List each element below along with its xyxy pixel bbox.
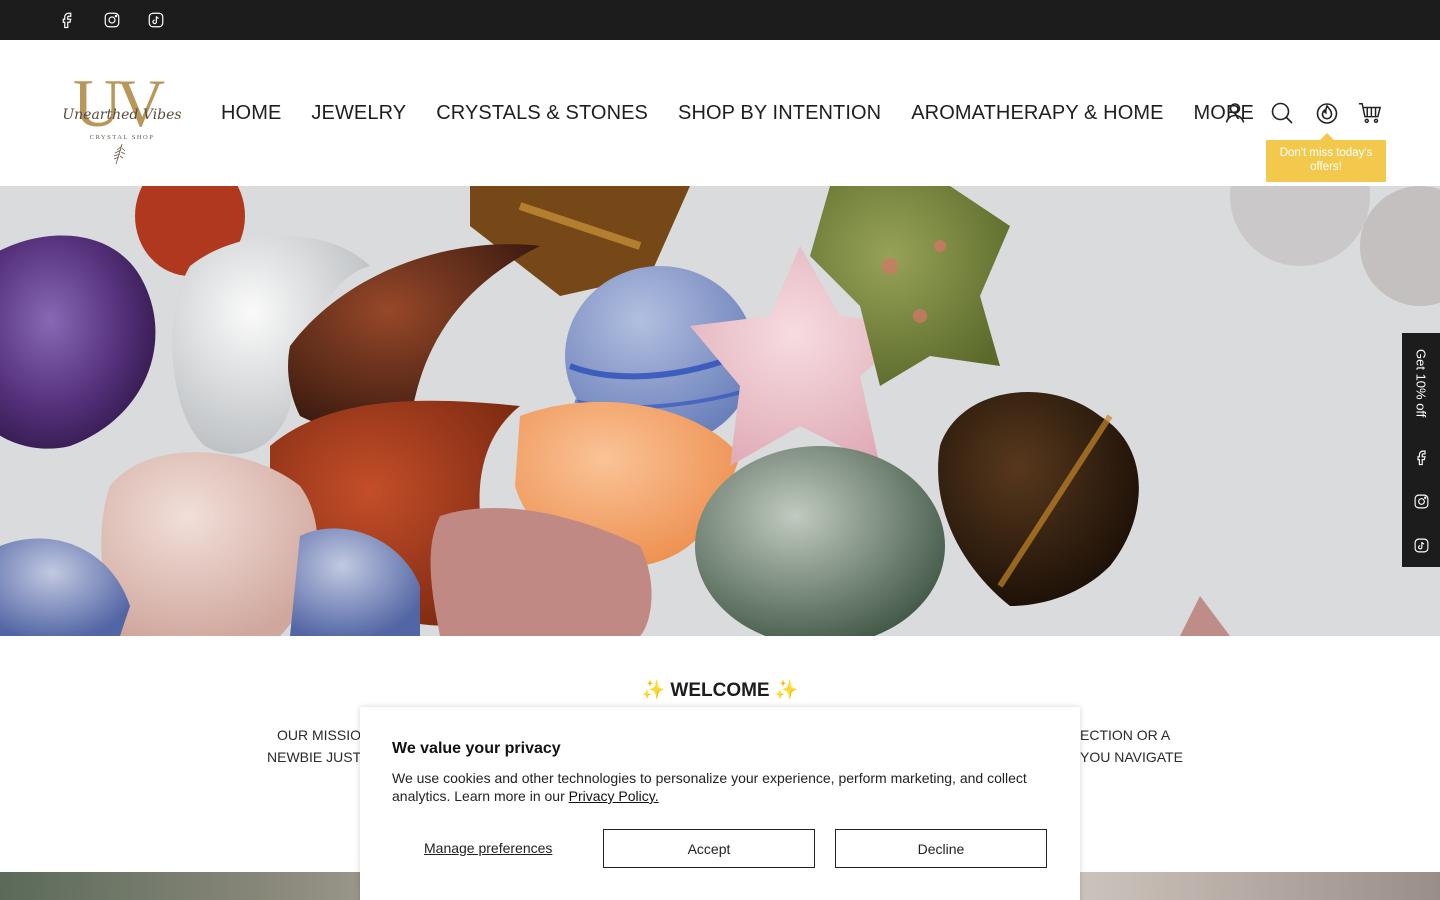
offers-tooltip[interactable]: Don't miss today's offers!	[1266, 133, 1386, 182]
nav-aromatherapy-home[interactable]: AROMATHERAPY & HOME	[911, 102, 1163, 125]
nav-home[interactable]: HOME	[221, 102, 281, 125]
privacy-policy-link[interactable]: Privacy Policy.	[569, 788, 659, 804]
instagram-icon[interactable]	[1412, 492, 1430, 510]
welcome-heading: ✨ WELCOME ✨	[641, 680, 799, 701]
side-widget: Get 10% off	[1402, 333, 1440, 567]
cookie-text-body: We use cookies and other technologies to…	[392, 770, 1027, 804]
account-icon[interactable]	[1223, 101, 1247, 125]
logo-subtitle: CRYSTAL SHOP	[90, 134, 155, 141]
instagram-icon[interactable]	[102, 10, 122, 30]
discount-offer-label: Get 10% off	[1413, 348, 1429, 418]
mission-line2-left: NEWBIE JUST C	[267, 749, 375, 765]
cookie-text: We use cookies and other technologies to…	[392, 769, 1052, 805]
logo-letters: UV	[73, 66, 165, 141]
site-logo[interactable]: UV Unearthed Vibes CRYSTAL SHOP	[58, 65, 188, 168]
main-nav: HOME JEWELRY CRYSTALS & STONES SHOP BY I…	[221, 100, 1254, 126]
decline-button[interactable]: Decline	[835, 829, 1047, 868]
discount-offer-tab[interactable]: Get 10% off	[1402, 343, 1440, 423]
logo-script: Unearthed Vibes	[62, 107, 181, 123]
flame-icon[interactable]	[1315, 101, 1339, 125]
tiktok-icon[interactable]	[1412, 536, 1430, 554]
nav-jewelry[interactable]: JEWELRY	[311, 102, 406, 125]
cookie-banner: We value your privacy We use cookies and…	[360, 707, 1080, 900]
mission-line1-right: ECTION OR A	[1080, 727, 1171, 743]
mission-line2-right: YOU NAVIGATE	[1080, 749, 1183, 765]
top-bar	[0, 0, 1440, 40]
tiktok-icon[interactable]	[146, 10, 166, 30]
accept-button[interactable]: Accept	[603, 829, 815, 868]
site-header: UV Unearthed Vibes CRYSTAL SHOP HOME JEW…	[0, 40, 1440, 186]
facebook-icon[interactable]	[1412, 448, 1430, 466]
nav-shop-by-intention[interactable]: SHOP BY INTENTION	[678, 102, 881, 125]
search-icon[interactable]	[1270, 101, 1294, 125]
hero-banner[interactable]	[0, 186, 1440, 636]
facebook-icon[interactable]	[57, 10, 77, 30]
manage-preferences-link[interactable]: Manage preferences	[424, 840, 552, 856]
cart-icon[interactable]	[1357, 101, 1383, 125]
mission-line1-left: OUR MISSION	[277, 727, 372, 743]
cookie-title: We value your privacy	[392, 740, 561, 757]
nav-crystals-stones[interactable]: CRYSTALS & STONES	[436, 102, 648, 125]
hero-crystals-image	[0, 186, 1440, 636]
